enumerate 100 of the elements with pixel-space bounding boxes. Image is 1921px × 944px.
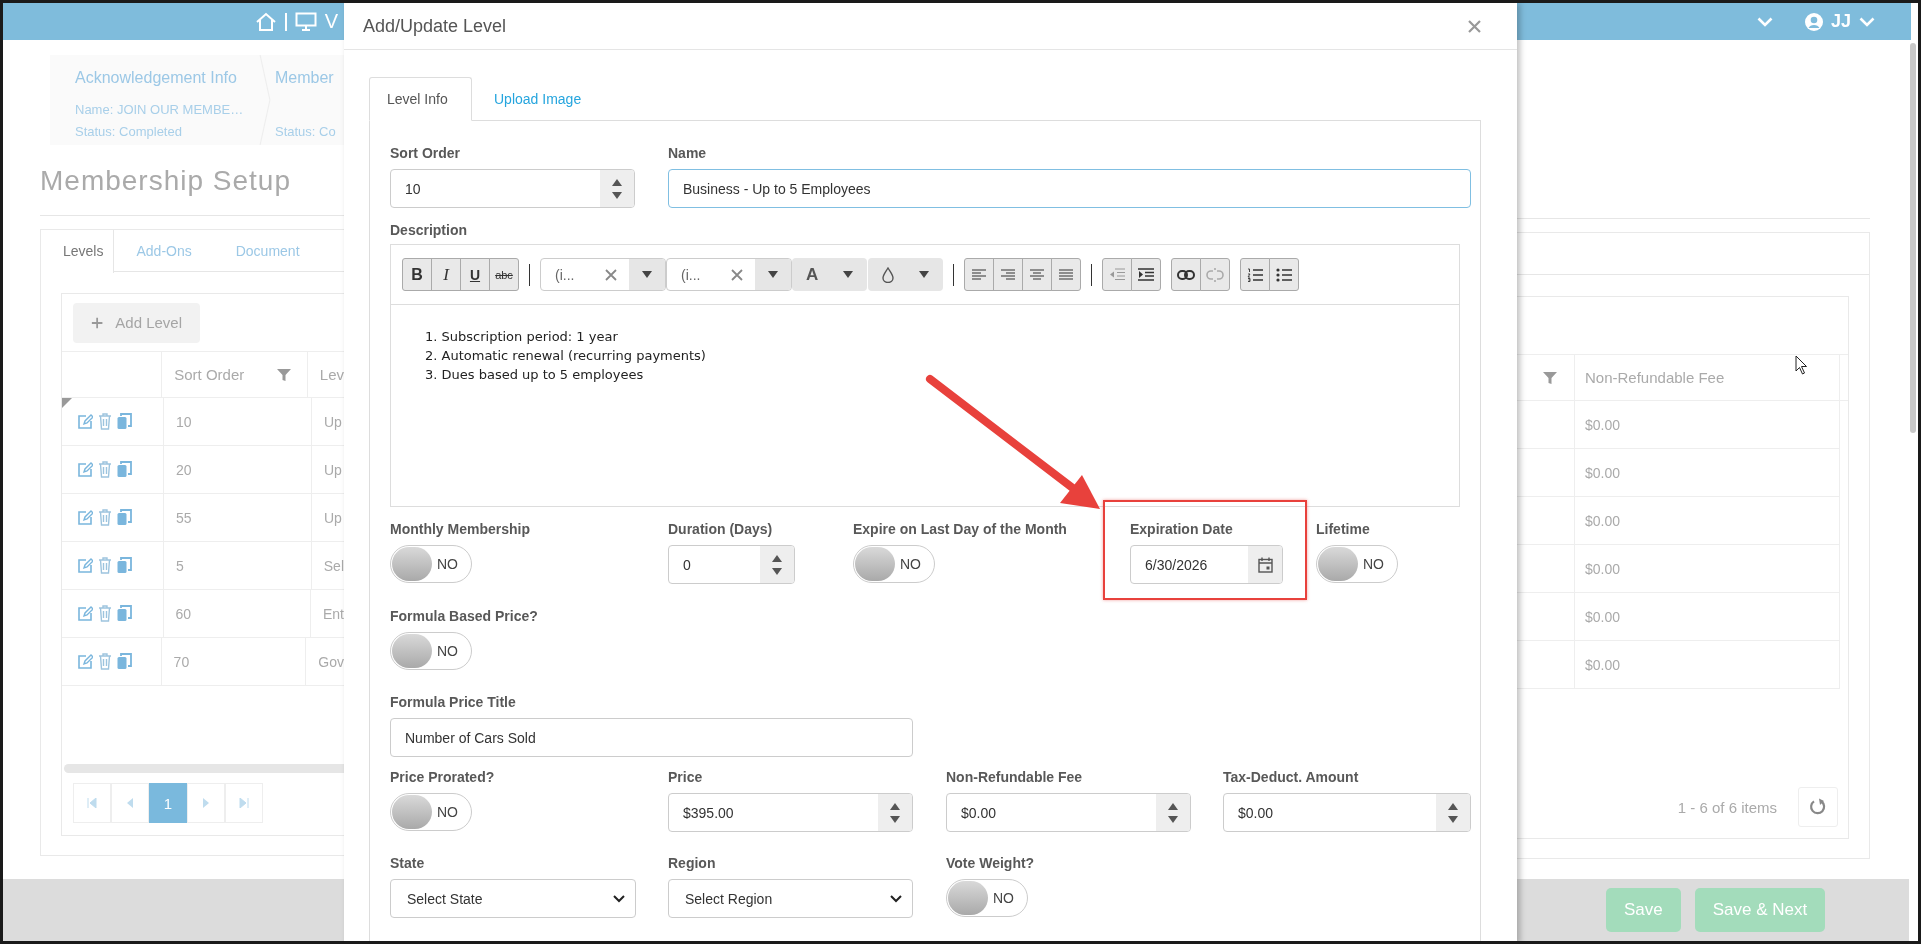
scrollbar[interactable] [1910,43,1916,433]
toggle-switch[interactable]: NO [390,545,472,583]
spinner-up-icon[interactable] [1168,802,1178,810]
table-cell: $0.00 [1585,416,1621,433]
toggle-switch[interactable]: NO [390,793,472,831]
copy-icon[interactable] [117,461,132,478]
number-field[interactable]: $0.00 [1223,793,1471,832]
outdent-button[interactable] [1102,258,1132,291]
spinner-down-icon[interactable] [772,567,782,575]
date-field[interactable]: 6/30/2026 [1130,545,1283,584]
edit-icon[interactable] [77,605,93,622]
field-label: Monthly Membership [390,521,531,538]
edit-icon[interactable] [77,653,93,670]
last-page-button[interactable] [225,783,263,823]
plus-icon [91,315,104,330]
home-icon[interactable] [254,11,277,32]
bullet-list-button[interactable] [1269,258,1299,291]
table-cell: 55 [176,509,192,526]
field-label: State [390,855,426,872]
toggle-switch[interactable]: NO [853,545,935,583]
table-cell: 60 [175,605,192,622]
spinner-down-icon[interactable] [1168,815,1178,823]
spinner-up-icon[interactable] [772,554,782,562]
spinner-up-icon[interactable] [890,802,900,810]
previous-page-button[interactable] [111,783,149,823]
copy-icon[interactable] [117,605,132,622]
spinner-up-icon[interactable] [612,178,622,186]
edit-icon[interactable] [77,557,93,574]
number-field[interactable]: $0.00 [946,793,1191,832]
tab[interactable]: Level Info [369,77,472,121]
user-avatar-icon[interactable] [1805,12,1823,31]
text-field[interactable]: Business - Up to 5 Employees [668,169,1471,208]
edit-icon[interactable] [77,461,93,478]
align-left-button[interactable] [964,258,994,291]
refresh-button[interactable] [1798,787,1838,827]
table-cell: 70 [173,653,190,670]
link-button[interactable] [1171,258,1201,291]
table-cell: $0.00 [1585,464,1621,481]
align-right-button[interactable] [993,258,1023,291]
toggle-switch[interactable]: NO [946,879,1028,917]
numbered-list-button[interactable] [1240,258,1270,291]
field-label: Expire on Last Day of the Month [853,521,1068,538]
copy-icon[interactable] [117,557,132,574]
table-cell: $0.00 [1585,560,1621,577]
number-field[interactable]: 0 [668,545,795,584]
field-label: Description [390,222,468,239]
edit-icon[interactable] [77,509,93,526]
calendar-icon[interactable] [1257,556,1273,573]
step-status: Status: Completed [75,123,183,141]
clear-icon[interactable] [731,268,743,281]
edit-icon[interactable] [77,413,93,430]
previous-icon [125,798,135,808]
chevron-down-icon[interactable] [1859,16,1876,27]
close-icon[interactable] [1468,19,1481,33]
bold-button[interactable]: B [402,258,432,291]
strikethrough-button[interactable]: abc [489,258,519,291]
spinner-down-icon[interactable] [612,191,622,199]
copy-icon[interactable] [117,413,132,430]
trash-icon[interactable] [98,605,112,622]
next-page-button[interactable] [187,783,225,823]
justify-button[interactable] [1051,258,1081,291]
font-dropdown[interactable]: (i... [540,258,666,291]
number-field[interactable]: 10 [390,169,635,208]
spinner-down-icon[interactable] [1448,815,1458,823]
trash-icon[interactable] [98,653,112,670]
chevron-down-icon[interactable] [1757,16,1773,27]
scrollbar[interactable] [64,764,344,773]
select-dropdown[interactable]: Select Region [668,879,913,918]
first-page-button[interactable] [73,783,111,823]
sort-indicator-icon [62,398,72,408]
underline-button[interactable]: U [460,258,490,291]
trash-icon[interactable] [98,509,112,526]
field-label: Non-Refundable Fee [946,769,1084,786]
text-color-button[interactable]: A [792,258,867,291]
spinner-up-icon[interactable] [1448,802,1458,810]
filter-icon[interactable] [276,367,291,382]
table-cell: 20 [176,461,192,478]
align-center-button[interactable] [1022,258,1052,291]
trash-icon[interactable] [98,557,112,574]
field-label: Tax-Deduct. Amount [1223,769,1360,786]
trash-icon[interactable] [98,413,112,430]
toggle-switch[interactable]: NO [390,632,472,670]
copy-icon[interactable] [117,509,132,526]
font-size-dropdown[interactable]: (i... [666,258,792,291]
italic-button[interactable]: I [431,258,461,291]
spinner-down-icon[interactable] [890,815,900,823]
select-dropdown[interactable]: Select State [390,879,636,918]
field-label: Lifetime [1316,521,1371,538]
numbered-list-icon [1247,267,1263,282]
tab[interactable]: Levels [41,230,115,273]
monitor-icon[interactable] [294,11,317,32]
number-field[interactable]: $395.00 [668,793,913,832]
filter-icon[interactable] [1543,370,1557,385]
clear-icon[interactable] [605,268,617,281]
next-icon [201,798,211,808]
text-field[interactable]: Number of Cars Sold [390,718,913,757]
indent-button[interactable] [1131,258,1161,291]
trash-icon[interactable] [98,461,112,478]
toggle-switch[interactable]: NO [1316,545,1398,583]
copy-icon[interactable] [117,653,132,670]
